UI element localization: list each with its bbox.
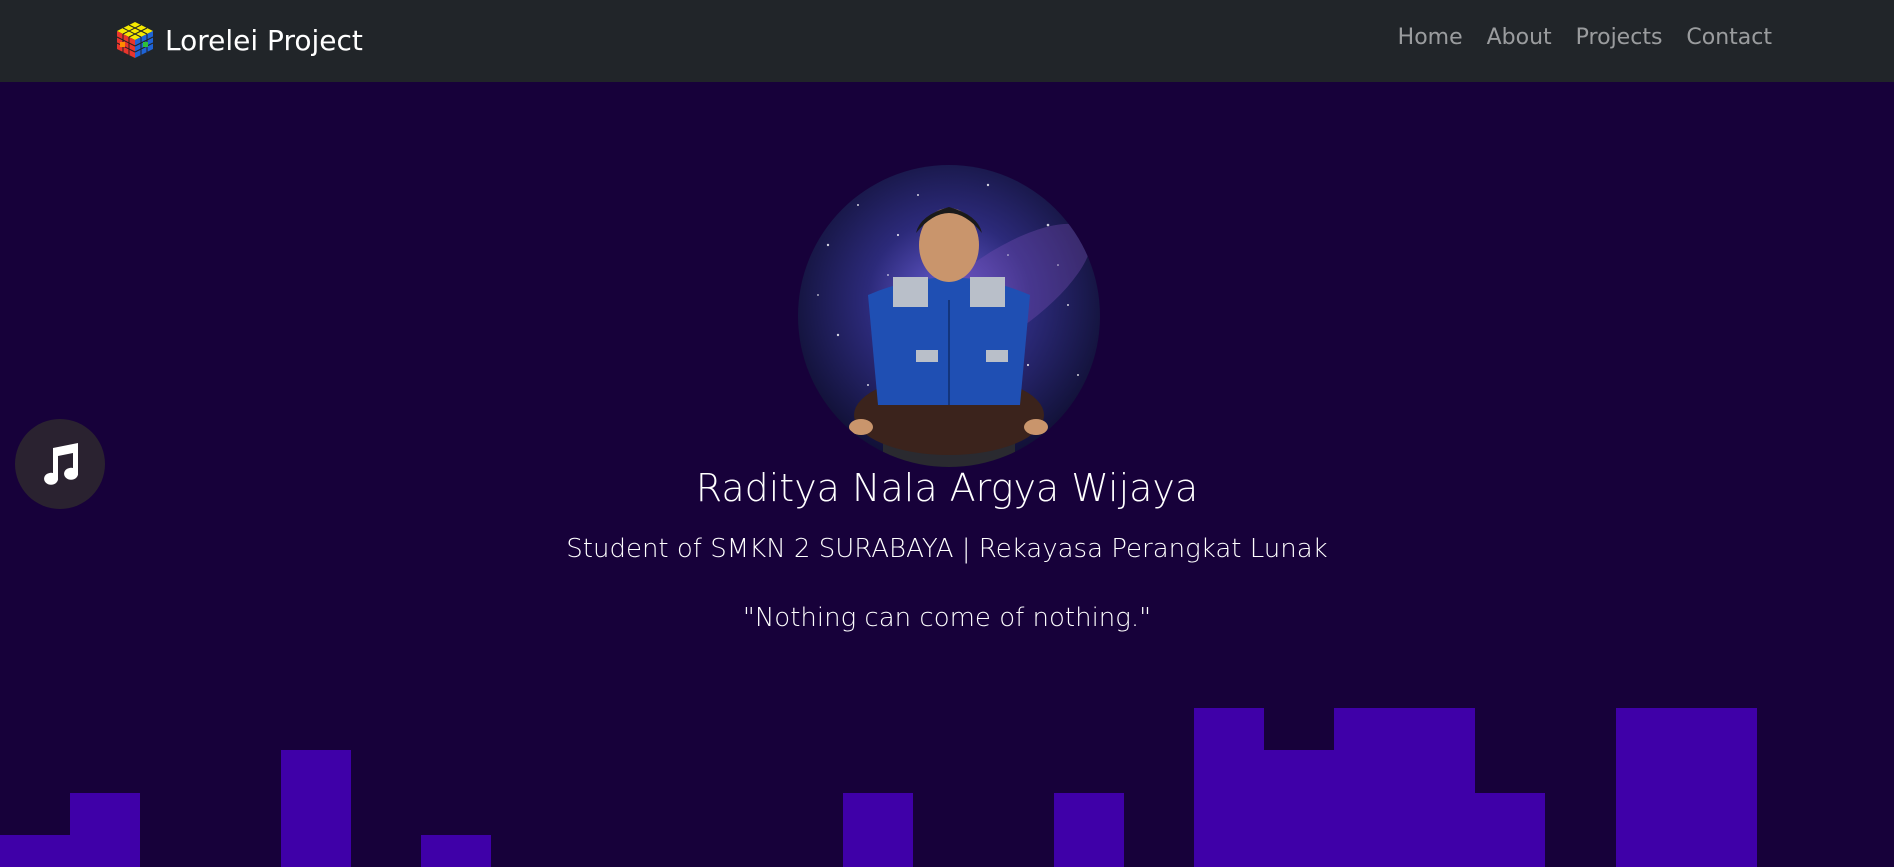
profile-avatar <box>798 165 1100 467</box>
bg-bar <box>1054 793 1124 867</box>
bg-bar <box>70 793 140 867</box>
bg-bar <box>421 835 491 867</box>
bg-bar <box>0 835 70 867</box>
nav-link-contact[interactable]: Contact <box>1686 25 1772 50</box>
nav-link-home[interactable]: Home <box>1398 25 1463 50</box>
bg-bar <box>843 793 913 867</box>
profile-name: Raditya Nala Argya Wijaya <box>695 466 1199 510</box>
bg-bar <box>1194 708 1264 867</box>
nav-link-projects[interactable]: Projects <box>1576 25 1663 50</box>
brand-link[interactable]: Lorelei Project <box>115 20 363 60</box>
bg-bar <box>1264 750 1334 867</box>
rubiks-cube-icon <box>116 22 154 58</box>
nav-links: Home About Projects Contact <box>1398 25 1772 50</box>
profile-quote: "Nothing can come of nothing." <box>742 603 1152 633</box>
brand-title: Lorelei Project <box>165 23 363 57</box>
profile-subtitle: Student of SMKN 2 SURABAYA | Rekayasa Pe… <box>566 534 1328 564</box>
bg-bar <box>1475 793 1545 867</box>
bg-bar <box>1616 708 1757 867</box>
music-note-icon <box>44 443 79 485</box>
music-toggle-button[interactable] <box>15 419 105 509</box>
nav-link-about[interactable]: About <box>1487 25 1552 50</box>
avatar-image <box>798 165 1100 467</box>
bg-bar <box>1334 708 1475 867</box>
bg-bar <box>281 750 351 867</box>
navbar: Lorelei Project Home About Projects Cont… <box>0 0 1894 82</box>
